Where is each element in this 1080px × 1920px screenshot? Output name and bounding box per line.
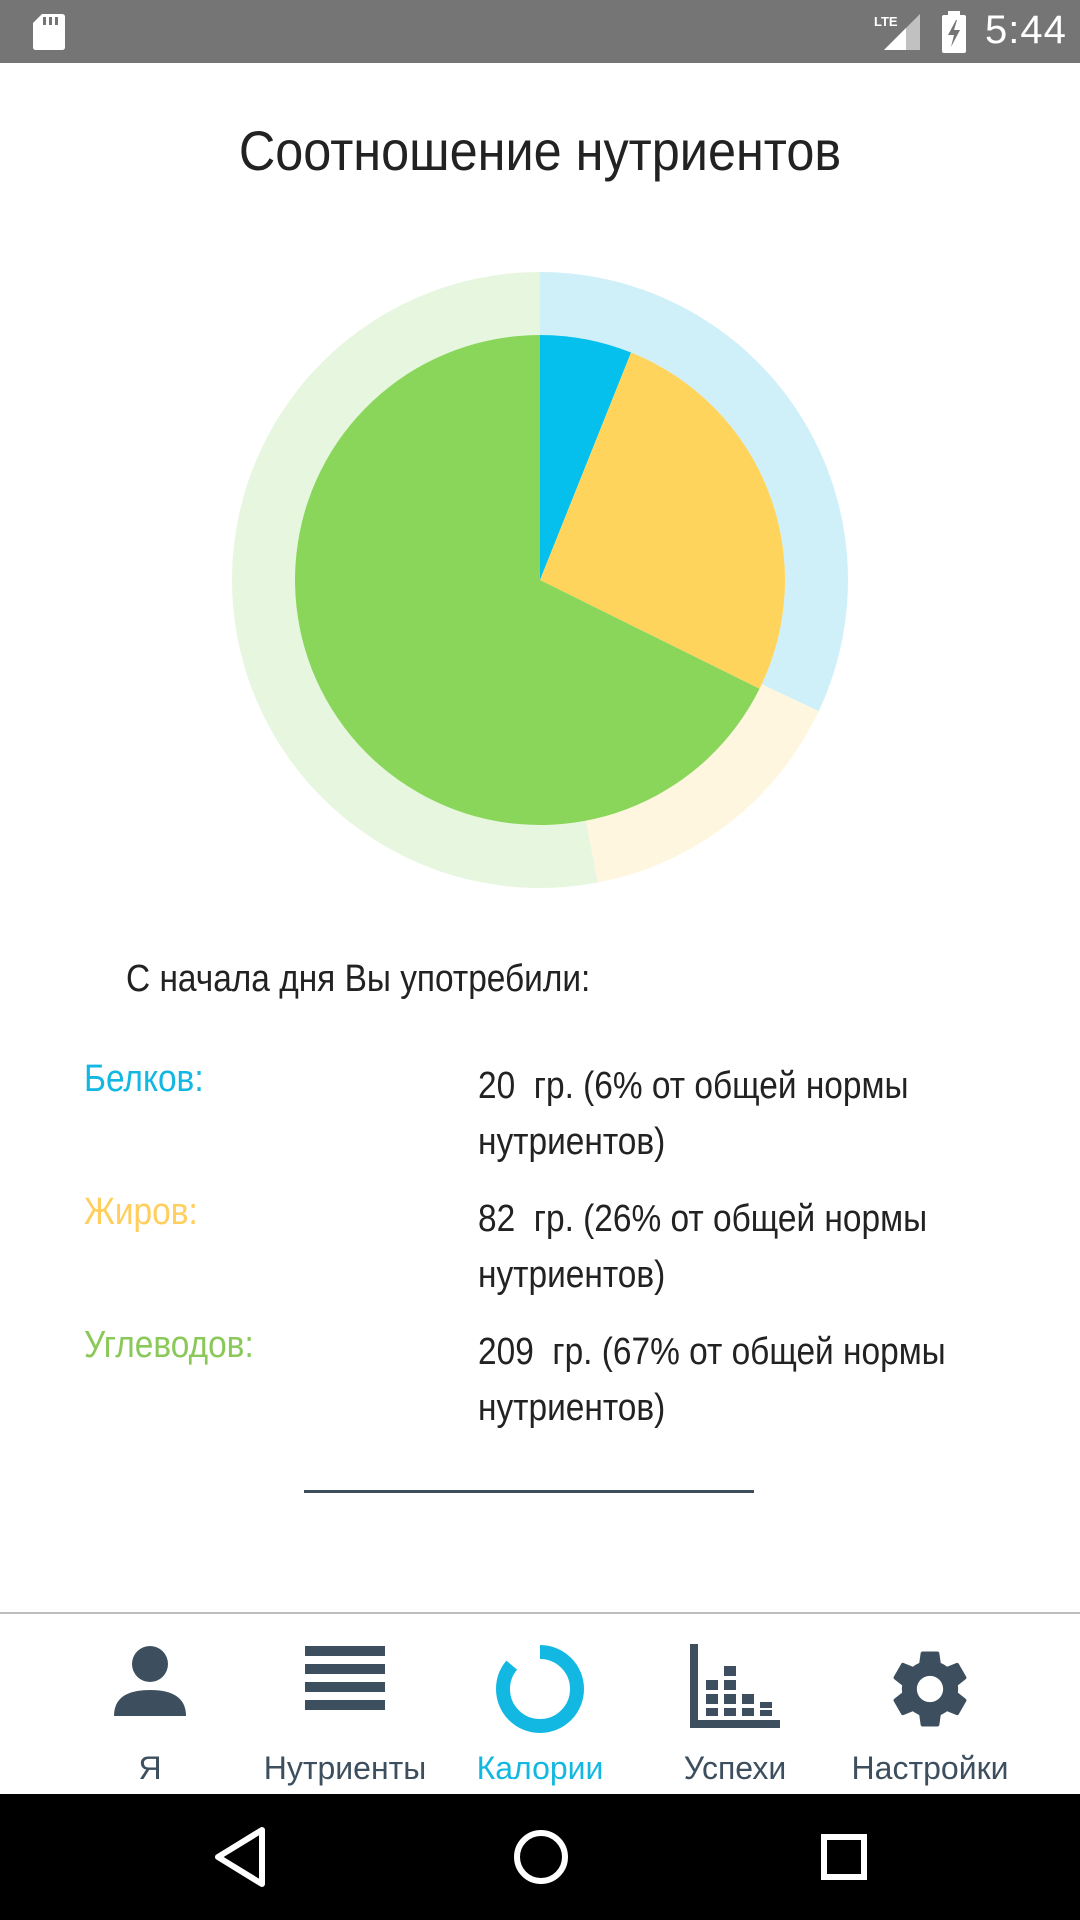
nav-label-nutrients: Нутриенты (263, 1750, 427, 1786)
protein-value: 20 гр. (6% от общей нормы нутриентов) (478, 1058, 971, 1170)
system-navigation-bar (0, 1794, 1080, 1920)
network-label: LTE (874, 14, 898, 29)
carbs-value-line2: нутриентов) (478, 1387, 666, 1429)
nav-label-settings: Настройки (851, 1750, 1009, 1786)
nav-item-me[interactable]: Я (52, 1614, 248, 1796)
bottom-navigation: Я Нутриенты Калории Успехи Настройки (0, 1612, 1080, 1794)
donut-icon (496, 1645, 584, 1733)
clock: 5:44 (985, 8, 1067, 52)
status-bar: LTE 5:44 (0, 0, 1080, 63)
nav-item-settings[interactable]: Настройки (832, 1614, 1028, 1796)
nav-item-progress[interactable]: Успехи (637, 1614, 833, 1796)
nav-label-progress: Успехи (683, 1750, 787, 1786)
pie-svg (232, 272, 848, 888)
fat-value: 82 гр. (26% от общей нормы нутриентов) (478, 1191, 971, 1303)
carbs-value: 209 гр. (67% от общей нормы нутриентов) (478, 1324, 971, 1436)
recents-icon[interactable] (814, 1824, 874, 1890)
home-icon[interactable] (508, 1824, 574, 1890)
nav-label-me: Я (138, 1750, 162, 1786)
nav-label-calories: Калории (476, 1750, 604, 1786)
fat-label: Жиров: (84, 1191, 198, 1233)
carbs-value-line1: 209 гр. (67% от общей нормы (478, 1331, 946, 1373)
back-icon[interactable] (210, 1824, 270, 1890)
page-title: Соотношение нутриентов (238, 119, 842, 182)
signal-icon: LTE (874, 14, 920, 50)
battery-charging-icon (942, 11, 966, 53)
protein-value-line2: нутриентов) (478, 1121, 666, 1163)
fat-value-line1: 82 гр. (26% от общей нормы (478, 1198, 928, 1240)
divider (304, 1490, 754, 1493)
bar-chart-icon (690, 1644, 780, 1728)
protein-label: Белков: (84, 1058, 204, 1100)
nutrient-pie-chart (230, 270, 850, 890)
sd-card-icon (33, 14, 65, 50)
fat-value-line2: нутриентов) (478, 1254, 666, 1296)
nav-item-nutrients[interactable]: Нутриенты (247, 1614, 443, 1796)
list-icon (305, 1646, 385, 1710)
summary-intro: С начала дня Вы употребили: (126, 958, 591, 1000)
carbs-label: Углеводов: (84, 1324, 254, 1366)
person-icon (114, 1646, 186, 1716)
nav-item-calories[interactable]: Калории (442, 1614, 638, 1796)
protein-value-line1: 20 гр. (6% от общей нормы (478, 1065, 909, 1107)
gear-icon (893, 1651, 967, 1727)
